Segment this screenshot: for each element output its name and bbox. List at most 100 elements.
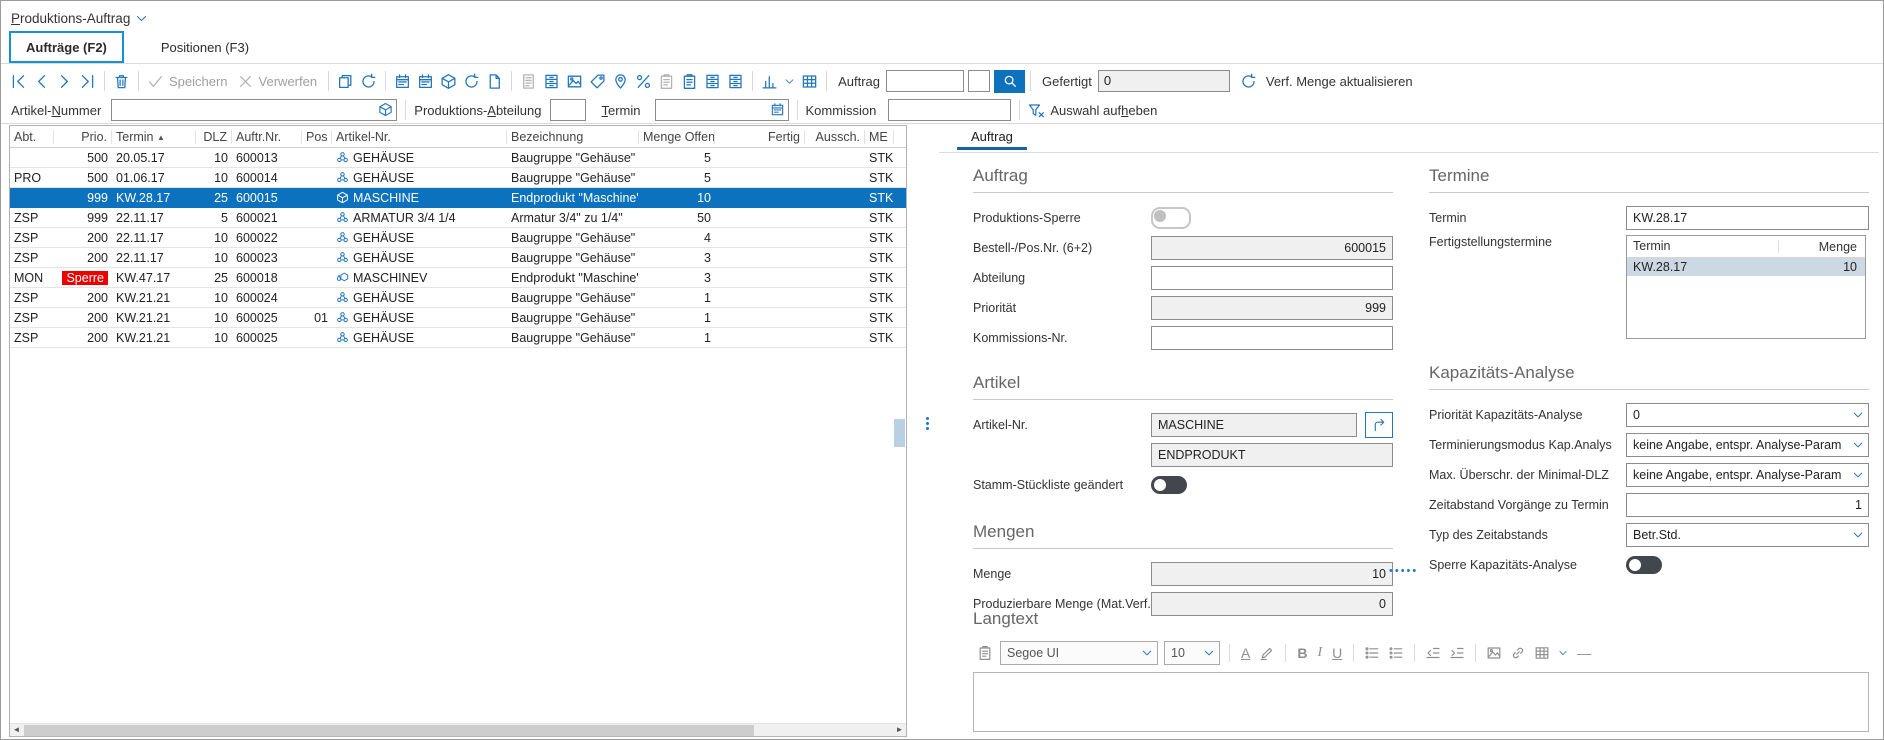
column-header-menge[interactable]: Menge Offen: [639, 130, 715, 144]
storage-icon[interactable]: [543, 73, 560, 90]
verf-menge-label[interactable]: Verf. Menge aktualisieren: [1266, 74, 1413, 89]
copy-order-icon[interactable]: [337, 73, 354, 90]
detail-tab-auftrag[interactable]: Auftrag: [957, 125, 1027, 150]
nav-prev-icon[interactable]: [33, 73, 50, 90]
column-header-fertig[interactable]: Fertig: [715, 130, 805, 144]
table-icon[interactable]: [1534, 645, 1550, 661]
article-box-icon[interactable]: [378, 102, 393, 117]
picture-icon[interactable]: [566, 73, 583, 90]
artikel-nummer-input[interactable]: [111, 99, 397, 121]
save-icon[interactable]: [147, 73, 164, 90]
statistics-dropdown-icon[interactable]: [784, 76, 795, 87]
goto-artikel-button[interactable]: [1365, 412, 1393, 438]
tag-icon[interactable]: [589, 73, 606, 90]
nav-last-icon[interactable]: [79, 73, 96, 90]
table-dropdown-icon[interactable]: [1558, 648, 1568, 658]
vertical-scrollbar-thumb[interactable]: [894, 419, 905, 447]
font-color-icon[interactable]: A: [1241, 645, 1250, 661]
horizontal-rule-icon[interactable]: —: [1577, 645, 1591, 661]
scroll-left-icon[interactable]: ◄: [10, 724, 23, 736]
font-size-select[interactable]: 10: [1164, 641, 1220, 665]
nav-first-icon[interactable]: [10, 73, 27, 90]
zeitabstand-input[interactable]: 1: [1626, 493, 1869, 517]
underline-icon[interactable]: U: [1332, 645, 1342, 661]
column-header-artikel[interactable]: Artikel-Nr.: [332, 130, 507, 144]
panel-splitter[interactable]: [926, 415, 930, 432]
column-header-abt[interactable]: Abt.: [10, 130, 54, 144]
calendar-day-icon[interactable]: [394, 73, 411, 90]
table-row[interactable]: ZSP99922.11.175600021ARMATUR 3/4 1/4Arma…: [10, 208, 906, 228]
column-header-termin[interactable]: Termin ▲: [112, 130, 196, 144]
table-row[interactable]: ZSP20022.11.1710600022GEHÄUSEBaugruppe "…: [10, 228, 906, 248]
fert-col-termin[interactable]: Termin: [1627, 240, 1779, 253]
table-row[interactable]: 999KW.28.1725600015MASCHINEEndprodukt "M…: [10, 188, 906, 208]
module-title[interactable]: Produktions-Auftrag: [11, 8, 148, 28]
refresh-icon[interactable]: [360, 73, 377, 90]
scroll-right-icon[interactable]: ►: [893, 724, 906, 736]
font-family-select[interactable]: Segoe UI: [1000, 641, 1158, 665]
bullet-list-icon[interactable]: [1364, 645, 1380, 661]
statistics-icon[interactable]: [761, 73, 778, 90]
archive-icon[interactable]: [704, 73, 721, 90]
termin-input[interactable]: KW.28.17: [1626, 206, 1869, 230]
table-row[interactable]: ZSP200KW.21.2110600024GEHÄUSEBaugruppe "…: [10, 288, 906, 308]
column-header-prio[interactable]: Prio.: [54, 130, 112, 144]
highlight-icon[interactable]: [1259, 645, 1275, 661]
column-header-dlz[interactable]: DLZ: [196, 130, 232, 144]
reschedule-icon[interactable]: [463, 73, 480, 90]
column-header-bez[interactable]: Bezeichnung: [507, 130, 639, 144]
table-row[interactable]: 50020.05.1710600013GEHÄUSEBaugruppe "Geh…: [10, 148, 906, 168]
image-icon[interactable]: [1486, 645, 1502, 661]
max-ueberschr-select[interactable]: keine Angabe, entspr. Analyse-Param: [1626, 463, 1869, 487]
pivot-icon[interactable]: [801, 73, 818, 90]
fert-col-menge[interactable]: Menge: [1779, 240, 1865, 254]
outdent-icon[interactable]: [1425, 645, 1441, 661]
percent-cancel-icon[interactable]: [635, 73, 652, 90]
clipboard-copy-icon[interactable]: [681, 73, 698, 90]
column-header-me[interactable]: ME: [865, 130, 894, 144]
prioritaet-ka-select[interactable]: 0: [1626, 403, 1869, 427]
kommission-input[interactable]: [888, 99, 1011, 121]
auftrag-pos-input[interactable]: [968, 70, 990, 92]
produktions-sperre-toggle[interactable]: [1151, 207, 1191, 229]
column-header-aussch[interactable]: Aussch.: [805, 130, 865, 144]
sperre-ka-toggle[interactable]: [1626, 556, 1662, 574]
calendar-icon[interactable]: [770, 102, 785, 117]
italic-icon[interactable]: I: [1317, 645, 1322, 661]
link-icon[interactable]: [1510, 645, 1526, 661]
document-icon[interactable]: [520, 73, 537, 90]
detail-splitter-dots[interactable]: •••••: [1389, 565, 1418, 577]
location-icon[interactable]: [612, 73, 629, 90]
delete-icon[interactable]: [113, 73, 130, 90]
numbered-list-icon[interactable]: [1388, 645, 1404, 661]
archive-2-icon[interactable]: [727, 73, 744, 90]
paste-icon[interactable]: [977, 645, 993, 661]
auftrag-search-input[interactable]: [886, 70, 964, 92]
package-icon[interactable]: [440, 73, 457, 90]
tab-auftraege[interactable]: Aufträge (F2): [9, 31, 124, 63]
horizontal-scrollbar-thumb[interactable]: [24, 725, 754, 736]
table-row[interactable]: MONSperreKW.47.1725600018MASCHINEVEndpro…: [10, 268, 906, 288]
clear-selection-icon[interactable]: [1028, 102, 1045, 119]
calendar-week-icon[interactable]: [417, 73, 434, 90]
langtext-editor[interactable]: [973, 672, 1869, 732]
table-row[interactable]: ZSP20022.11.1710600023GEHÄUSEBaugruppe "…: [10, 248, 906, 268]
module-dropdown-icon[interactable]: [135, 12, 148, 25]
indent-icon[interactable]: [1449, 645, 1465, 661]
column-header-pos[interactable]: Pos: [302, 130, 332, 144]
kommissions-nr-input[interactable]: [1151, 326, 1393, 350]
terminierungsmodus-select[interactable]: keine Angabe, entspr. Analyse-Param: [1626, 433, 1869, 457]
typ-zeitabstand-select[interactable]: Betr.Std.: [1626, 523, 1869, 547]
auswahl-aufheben-label[interactable]: Auswahl aufheben: [1050, 103, 1157, 118]
search-button[interactable]: [994, 70, 1025, 93]
column-header-auftr[interactable]: Auftr.Nr.: [232, 130, 302, 144]
produktions-abteilung-input[interactable]: [550, 99, 586, 121]
nav-next-icon[interactable]: [56, 73, 73, 90]
table-row[interactable]: PRO50001.06.1710600014GEHÄUSEBaugruppe "…: [10, 168, 906, 188]
clipboard-icon[interactable]: [658, 73, 675, 90]
print-icon[interactable]: [486, 73, 503, 90]
fertigstellungstermin-row[interactable]: KW.28.17 10: [1627, 258, 1865, 276]
discard-icon[interactable]: [237, 73, 254, 90]
termin-filter-input[interactable]: [655, 99, 789, 121]
table-row[interactable]: ZSP200KW.21.2110600025GEHÄUSEBaugruppe "…: [10, 328, 906, 348]
